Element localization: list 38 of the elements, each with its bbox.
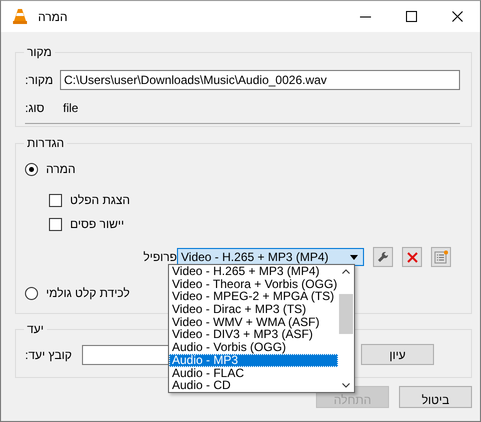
radio-label: המרה: [46, 162, 76, 176]
browse-button[interactable]: עיון: [361, 344, 434, 365]
checkbox[interactable]: [49, 194, 62, 206]
radio-label: לכידת קלט גולמי: [46, 286, 130, 300]
list-item[interactable]: Video - H.265 + MP3 (MP4): [169, 265, 338, 278]
dropdown-arrow-icon: [350, 254, 358, 260]
checkbox[interactable]: [49, 218, 62, 230]
checkbox-label: יישור פסים: [70, 217, 124, 231]
edit-profile-button[interactable]: [373, 247, 393, 267]
list-item[interactable]: Audio - MP3: [169, 354, 338, 366]
scroll-up-icon[interactable]: [342, 269, 350, 274]
list-item[interactable]: Audio - Vorbis (OGG): [169, 341, 338, 354]
radio-button[interactable]: [25, 162, 38, 176]
list-item[interactable]: Video - Theora + Vorbis (OGG): [169, 278, 338, 290]
profile-label: פרופיל: [142, 250, 177, 264]
source-label: מקור:: [25, 73, 54, 87]
window-title: המרה: [38, 10, 68, 24]
source-field[interactable]: C:\Users\user\Downloads\Music\Audio_0026.wav: [60, 70, 460, 90]
destination-label: קובץ יעד:: [25, 348, 73, 362]
type-value: file: [63, 101, 78, 115]
wrench-icon: [377, 251, 389, 263]
new-profile-button[interactable]: [431, 247, 451, 267]
list-item[interactable]: Video - WMV + WMA (ASF): [169, 316, 338, 328]
radio-button[interactable]: [25, 286, 38, 300]
list-icon: [434, 250, 448, 264]
list-item[interactable]: Video - Dirac + MP3 (TS): [169, 303, 338, 316]
list-item[interactable]: Video - MPEG-2 + MPGA (TS): [169, 290, 338, 304]
scroll-down-icon[interactable]: [342, 383, 350, 388]
traffic-cone-icon: [12, 8, 28, 25]
type-label: סוג:: [25, 101, 46, 115]
cross-icon: [406, 252, 418, 262]
cancel-button[interactable]: ביטול: [399, 386, 472, 408]
close-icon[interactable]: [452, 10, 464, 22]
maximize-icon[interactable]: [406, 10, 418, 22]
delete-profile-button[interactable]: [402, 247, 422, 267]
checkbox-label: הצגת הפלט: [70, 193, 130, 207]
list-item[interactable]: Video - DIV3 + MP3 (ASF): [169, 328, 338, 342]
list-item[interactable]: Audio - FLAC: [169, 366, 338, 380]
